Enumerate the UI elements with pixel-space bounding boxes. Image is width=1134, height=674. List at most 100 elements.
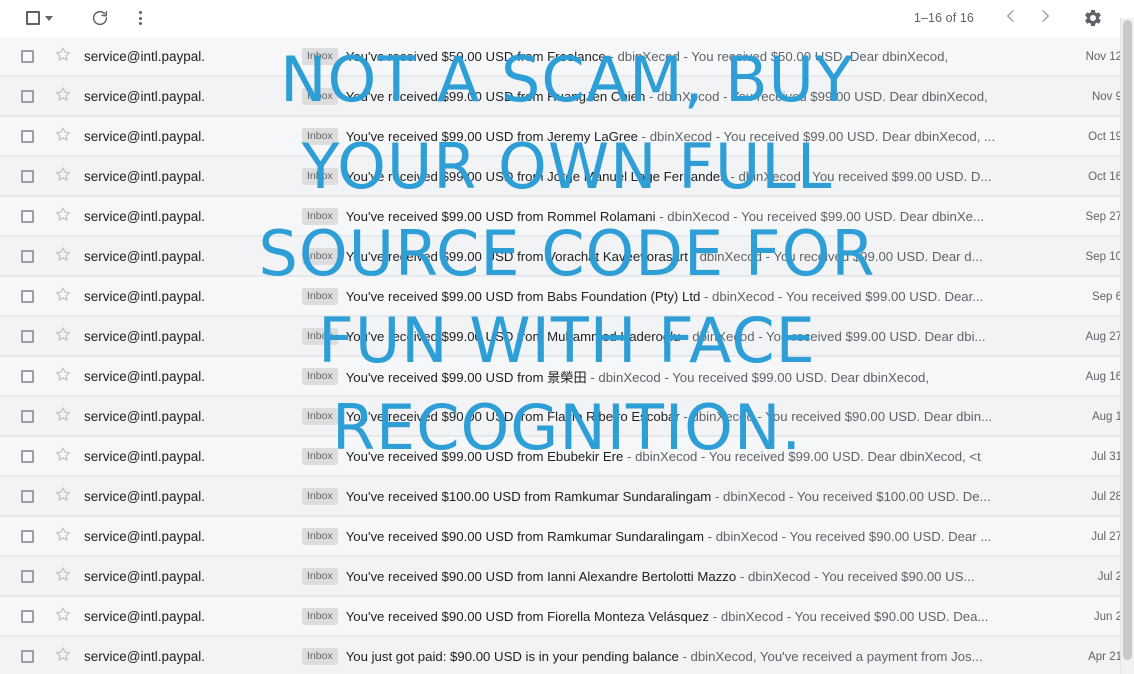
chevron-right-icon bbox=[1037, 8, 1053, 29]
row-preview: - dbinXecod - You received $99.00 USD. D… bbox=[687, 249, 983, 264]
checkbox-icon[interactable] bbox=[20, 490, 34, 503]
row-body: Inbox You've received $90.00 USD from Fla… bbox=[302, 408, 1060, 425]
row-star-button[interactable] bbox=[46, 446, 80, 467]
checkbox-icon[interactable] bbox=[20, 170, 34, 183]
row-checkbox[interactable] bbox=[0, 50, 46, 63]
chevron-down-icon[interactable] bbox=[45, 15, 53, 21]
row-checkbox[interactable] bbox=[0, 290, 46, 303]
page-range-label: 1–16 of 16 bbox=[913, 11, 974, 25]
checkbox-icon[interactable] bbox=[20, 570, 34, 583]
table-row[interactable]: service@intl.paypal. Inbox You've received… bbox=[0, 477, 1134, 517]
row-checkbox[interactable] bbox=[0, 90, 46, 103]
checkbox-icon[interactable] bbox=[20, 330, 34, 343]
row-star-button[interactable] bbox=[46, 126, 80, 147]
row-snippet: You've received $99.00 USD from HuangJen… bbox=[346, 89, 988, 104]
row-checkbox[interactable] bbox=[0, 450, 46, 463]
row-subject: You've received $90.00 USD from Fiorella… bbox=[345, 609, 710, 624]
row-star-button[interactable] bbox=[46, 46, 80, 67]
row-body: Inbox You've received $99.00 USD from Jer… bbox=[302, 128, 1060, 145]
checkbox-icon[interactable] bbox=[20, 50, 34, 63]
table-row[interactable]: service@intl.paypal. Inbox You've received… bbox=[0, 237, 1134, 277]
checkbox-icon[interactable] bbox=[20, 90, 34, 103]
row-checkbox[interactable] bbox=[0, 610, 46, 623]
checkbox-icon[interactable] bbox=[20, 610, 34, 623]
row-body: Inbox You've received $99.00 USD from Jor… bbox=[302, 168, 1060, 185]
row-checkbox[interactable] bbox=[0, 570, 46, 583]
next-page-button[interactable] bbox=[1028, 1, 1062, 35]
row-star-button[interactable] bbox=[46, 286, 80, 307]
row-checkbox[interactable] bbox=[0, 330, 46, 343]
row-sender: service@intl.paypal. bbox=[84, 609, 206, 624]
row-checkbox[interactable] bbox=[0, 370, 46, 383]
row-star-button[interactable] bbox=[46, 366, 80, 387]
star-icon bbox=[55, 46, 71, 67]
row-checkbox[interactable] bbox=[0, 210, 46, 223]
checkbox-icon[interactable] bbox=[20, 410, 34, 423]
table-row[interactable]: service@intl.paypal. Inbox You've received… bbox=[0, 157, 1134, 197]
table-row[interactable]: service@intl.paypal. Inbox You've received… bbox=[0, 397, 1134, 437]
row-star-button[interactable] bbox=[46, 606, 80, 627]
star-icon bbox=[55, 486, 71, 507]
checkbox-icon[interactable] bbox=[20, 450, 34, 463]
table-row[interactable]: service@intl.paypal. Inbox You've received… bbox=[0, 597, 1134, 637]
table-row[interactable]: service@intl.paypal. Inbox You've received… bbox=[0, 437, 1134, 477]
row-star-button[interactable] bbox=[46, 246, 80, 267]
row-star-button[interactable] bbox=[46, 326, 80, 347]
checkbox-icon[interactable] bbox=[20, 210, 34, 223]
row-star-button[interactable] bbox=[46, 406, 80, 427]
checkbox-icon[interactable] bbox=[26, 11, 40, 25]
row-star-button[interactable] bbox=[46, 166, 80, 187]
row-snippet: You've received $99.00 USD from Rommel R… bbox=[346, 209, 984, 224]
row-checkbox[interactable] bbox=[0, 130, 46, 143]
row-sender: service@intl.paypal. bbox=[84, 449, 206, 464]
row-sender: service@intl.paypal. bbox=[84, 649, 206, 664]
table-row[interactable]: service@intl.paypal. Inbox You've received… bbox=[0, 197, 1134, 237]
table-row[interactable]: service@intl.paypal. Inbox You've received… bbox=[0, 117, 1134, 157]
select-all-control[interactable] bbox=[24, 9, 55, 27]
row-checkbox[interactable] bbox=[0, 490, 46, 503]
checkbox-icon[interactable] bbox=[20, 650, 34, 663]
table-row[interactable]: service@intl.paypal. Inbox You've received… bbox=[0, 37, 1134, 77]
row-star-button[interactable] bbox=[46, 486, 80, 507]
checkbox-icon[interactable] bbox=[20, 530, 34, 543]
row-subject: You've received $99.00 USD from Vorachat… bbox=[345, 249, 688, 264]
row-checkbox[interactable] bbox=[0, 410, 46, 423]
row-snippet: You've received $90.00 USD from Ramkumar… bbox=[346, 529, 992, 544]
scrollbar-thumb[interactable] bbox=[1123, 20, 1132, 660]
more-options-button[interactable] bbox=[123, 1, 157, 35]
email-list[interactable]: service@intl.paypal. Inbox You've received… bbox=[0, 37, 1134, 674]
refresh-button[interactable] bbox=[83, 1, 117, 35]
previous-page-button[interactable] bbox=[994, 1, 1028, 35]
row-checkbox[interactable] bbox=[0, 530, 46, 543]
row-checkbox[interactable] bbox=[0, 650, 46, 663]
table-row[interactable]: service@intl.paypal. Inbox You just got pa… bbox=[0, 637, 1134, 674]
table-row[interactable]: service@intl.paypal. Inbox You've received… bbox=[0, 357, 1134, 397]
row-star-button[interactable] bbox=[46, 526, 80, 547]
checkbox-icon[interactable] bbox=[20, 250, 34, 263]
vertical-scrollbar[interactable] bbox=[1120, 18, 1134, 674]
row-star-button[interactable] bbox=[46, 646, 80, 667]
row-star-button[interactable] bbox=[46, 566, 80, 587]
table-row[interactable]: service@intl.paypal. Inbox You've received… bbox=[0, 317, 1134, 357]
settings-button[interactable] bbox=[1076, 1, 1110, 35]
row-snippet: You've received $100.00 USD from Ramkuma… bbox=[346, 489, 991, 504]
table-row[interactable]: service@intl.paypal. Inbox You've received… bbox=[0, 517, 1134, 557]
refresh-icon bbox=[91, 9, 109, 27]
row-preview: - dbinXecod - You received $90.00 USD. D… bbox=[679, 409, 993, 424]
checkbox-icon[interactable] bbox=[20, 130, 34, 143]
row-star-button[interactable] bbox=[46, 86, 80, 107]
row-label-chip: Inbox bbox=[302, 448, 338, 465]
row-checkbox[interactable] bbox=[0, 170, 46, 183]
row-preview: - dbinXecod - You received $90.00 USD. D… bbox=[709, 609, 989, 624]
checkbox-icon[interactable] bbox=[20, 370, 34, 383]
row-preview: - dbinXecod - You received $99.00 USD. D… bbox=[726, 169, 992, 184]
table-row[interactable]: service@intl.paypal. Inbox You've received… bbox=[0, 277, 1134, 317]
row-checkbox[interactable] bbox=[0, 250, 46, 263]
checkbox-icon[interactable] bbox=[20, 290, 34, 303]
table-row[interactable]: service@intl.paypal. Inbox You've received… bbox=[0, 557, 1134, 597]
row-subject: You've received $99.00 USD from Rommel R… bbox=[345, 209, 656, 224]
row-snippet: You've received $99.00 USD from Muhammed… bbox=[346, 329, 986, 344]
row-star-button[interactable] bbox=[46, 206, 80, 227]
table-row[interactable]: service@intl.paypal. Inbox You've received… bbox=[0, 77, 1134, 117]
row-label-chip: Inbox bbox=[302, 488, 338, 505]
